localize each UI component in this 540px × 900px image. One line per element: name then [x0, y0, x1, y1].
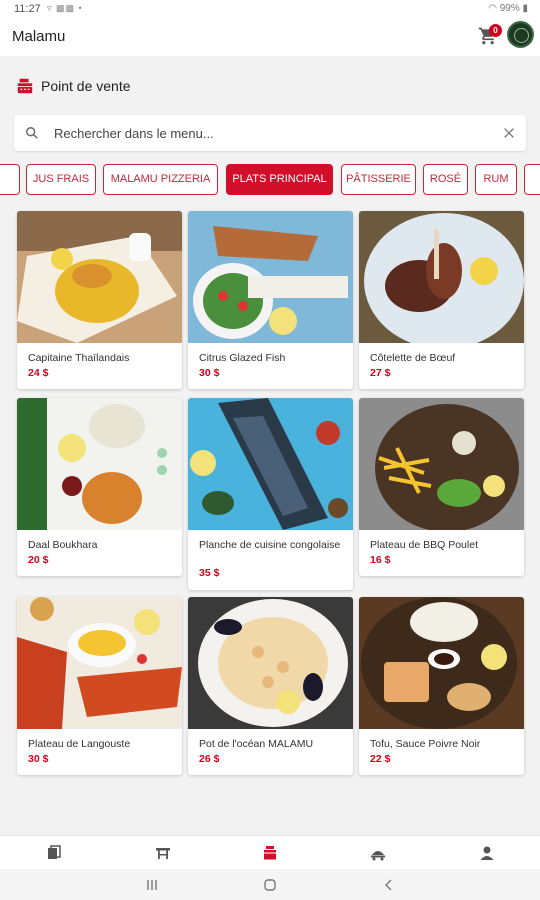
- app-title: Malamu: [12, 28, 66, 45]
- system-nav: [0, 869, 540, 900]
- nav-pos[interactable]: [262, 845, 280, 863]
- product-card[interactable]: Plateau de Langouste 30 $: [17, 597, 182, 775]
- product-price: 30 $: [199, 367, 220, 379]
- product-name: Daal Boukhara: [28, 539, 98, 551]
- category-chip[interactable]: [524, 164, 540, 195]
- category-chips: JUS FRAIS MALAMU PIZZERIA PLATS PRINCIPA…: [0, 164, 540, 196]
- cash-register-icon: [17, 78, 33, 94]
- battery-icon: ▮: [519, 3, 528, 14]
- product-image: [17, 211, 182, 343]
- product-card[interactable]: Pot de l'océan MALAMU 26 $: [188, 597, 353, 775]
- product-image: [188, 398, 353, 530]
- status-time: 11:27: [14, 3, 41, 15]
- category-chip[interactable]: RUM: [475, 164, 517, 195]
- product-price: 35 $: [199, 567, 220, 579]
- nav-profile[interactable]: [479, 845, 497, 863]
- product-price: 30 $: [28, 753, 49, 765]
- search-input[interactable]: [54, 115, 494, 151]
- delivery-icon: [371, 851, 385, 861]
- product-image: [359, 398, 524, 530]
- status-indicators: ▿ ▩▩ •: [47, 3, 83, 13]
- search-bar: [14, 115, 526, 151]
- close-icon[interactable]: [502, 126, 516, 140]
- product-name: Capitaine Thaïlandais: [28, 352, 130, 364]
- table-icon: [156, 848, 170, 859]
- nav-delivery[interactable]: [370, 845, 388, 863]
- product-price: 16 $: [370, 554, 391, 566]
- page-title: Point de vente: [41, 78, 131, 94]
- product-card[interactable]: Côtelette de Bœuf 27 $: [359, 211, 524, 389]
- nav-tables[interactable]: [155, 845, 173, 863]
- status-battery: ◠ 99% ▮: [488, 3, 528, 14]
- product-name: Tofu, Sauce Poivre Noir: [370, 738, 481, 750]
- product-card[interactable]: Planche de cuisine congolaise 35 $: [188, 398, 353, 590]
- home-icon[interactable]: [263, 878, 277, 892]
- cart-button[interactable]: 0: [478, 24, 502, 46]
- bottom-nav: [0, 835, 540, 869]
- product-card[interactable]: Tofu, Sauce Poivre Noir 22 $: [359, 597, 524, 775]
- product-name: Planche de cuisine congolaise: [199, 539, 341, 551]
- product-card[interactable]: Daal Boukhara 20 $: [17, 398, 182, 576]
- category-chip[interactable]: ROSÉ: [423, 164, 468, 195]
- category-chip[interactable]: JUS FRAIS: [26, 164, 96, 195]
- menu-book-icon: [48, 845, 61, 859]
- product-card[interactable]: Plateau de BBQ Poulet 16 $: [359, 398, 524, 576]
- category-chip[interactable]: PÂTISSERIE: [341, 164, 416, 195]
- category-chip[interactable]: [0, 164, 20, 195]
- search-icon: [26, 127, 38, 139]
- product-card[interactable]: Capitaine Thaïlandais 24 $: [17, 211, 182, 389]
- product-image: [188, 597, 353, 729]
- app-bar: Malamu 0: [0, 18, 540, 56]
- product-image: [17, 398, 182, 530]
- product-price: 24 $: [28, 367, 49, 379]
- product-price: 22 $: [370, 753, 391, 765]
- product-price: 27 $: [370, 367, 391, 379]
- product-price: 20 $: [28, 554, 49, 566]
- product-name: Plateau de BBQ Poulet: [370, 539, 478, 551]
- back-icon[interactable]: [382, 878, 396, 892]
- battery-level: 99%: [499, 3, 520, 14]
- nav-menu[interactable]: [46, 845, 64, 863]
- product-name: Plateau de Langouste: [28, 738, 131, 750]
- cart-count-badge: 0: [489, 24, 502, 37]
- product-card[interactable]: Citrus Glazed Fish 30 $: [188, 211, 353, 389]
- category-chip[interactable]: MALAMU PIZZERIA: [103, 164, 218, 195]
- product-name: Pot de l'océan MALAMU: [199, 738, 314, 750]
- status-bar: 11:27 ▿ ▩▩ • ◠ 99% ▮: [0, 0, 540, 18]
- product-image: [188, 211, 353, 343]
- product-image: [359, 597, 524, 729]
- product-image: [359, 211, 524, 343]
- category-chip-active[interactable]: PLATS PRINCIPAL: [226, 164, 333, 195]
- cash-register-icon: [264, 846, 276, 860]
- wifi-icon: ◠: [488, 3, 500, 14]
- person-icon: [480, 846, 494, 860]
- product-price: 26 $: [199, 753, 220, 765]
- recents-icon[interactable]: [145, 878, 159, 892]
- product-name: Côtelette de Bœuf: [370, 352, 456, 364]
- product-image: [17, 597, 182, 729]
- avatar[interactable]: [507, 21, 534, 48]
- product-name: Citrus Glazed Fish: [199, 352, 286, 364]
